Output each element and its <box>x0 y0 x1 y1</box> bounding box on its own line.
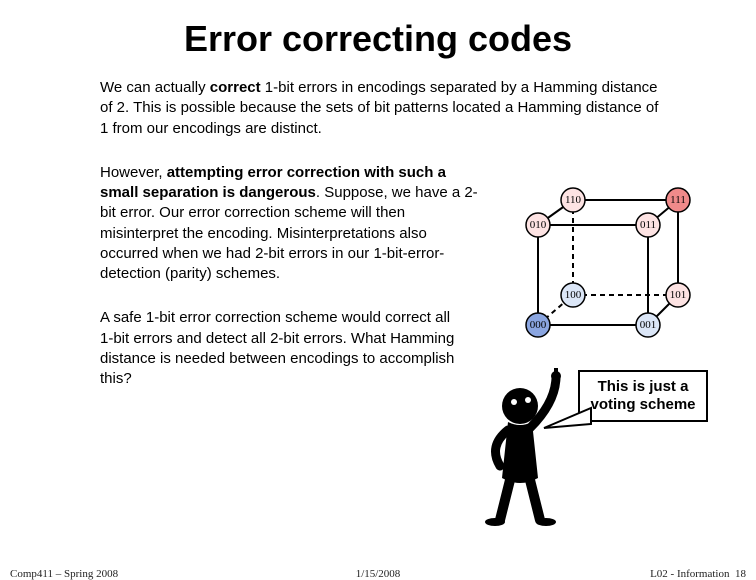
slide-title: Error correcting codes <box>40 18 716 60</box>
svg-text:100: 100 <box>565 289 582 301</box>
svg-text:010: 010 <box>530 219 547 231</box>
svg-text:000: 000 <box>530 319 547 331</box>
node-101: 101 <box>666 283 690 307</box>
svg-text:011: 011 <box>640 219 656 231</box>
footer-right: L02 - Information 18 <box>650 568 746 580</box>
footer-left: Comp411 – Spring 2008 <box>10 568 118 580</box>
speech-bubble: This is just a voting scheme <box>578 370 708 422</box>
svg-text:111: 111 <box>670 194 686 206</box>
hamming-cube-diagram: 110 111 010 011 100 101 000 001 <box>518 195 688 350</box>
p2-text-a: However, <box>100 164 167 181</box>
node-000: 000 <box>526 313 550 337</box>
node-110: 110 <box>561 188 585 212</box>
node-001: 001 <box>636 313 660 337</box>
node-010: 010 <box>526 213 550 237</box>
slide-number: 18 <box>735 568 746 580</box>
node-111: 111 <box>666 188 690 212</box>
cube-svg: 110 111 010 011 100 101 000 001 <box>518 195 688 350</box>
p1-text-a: We can actually <box>100 79 210 96</box>
paragraph-1: We can actually correct 1-bit errors in … <box>100 78 660 139</box>
paragraph-2: However, attempting error correction wit… <box>100 163 480 285</box>
footer-right-label: L02 - Information <box>650 568 729 580</box>
footer-center: 1/15/2008 <box>356 568 401 580</box>
person-icon <box>460 368 580 528</box>
svg-text:101: 101 <box>670 289 687 301</box>
svg-text:001: 001 <box>640 319 657 331</box>
svg-text:110: 110 <box>565 194 582 206</box>
node-100: 100 <box>561 283 585 307</box>
node-011: 011 <box>636 213 660 237</box>
p1-bold: correct <box>210 79 261 96</box>
paragraph-3: A safe 1-bit error correction scheme wou… <box>100 308 460 389</box>
